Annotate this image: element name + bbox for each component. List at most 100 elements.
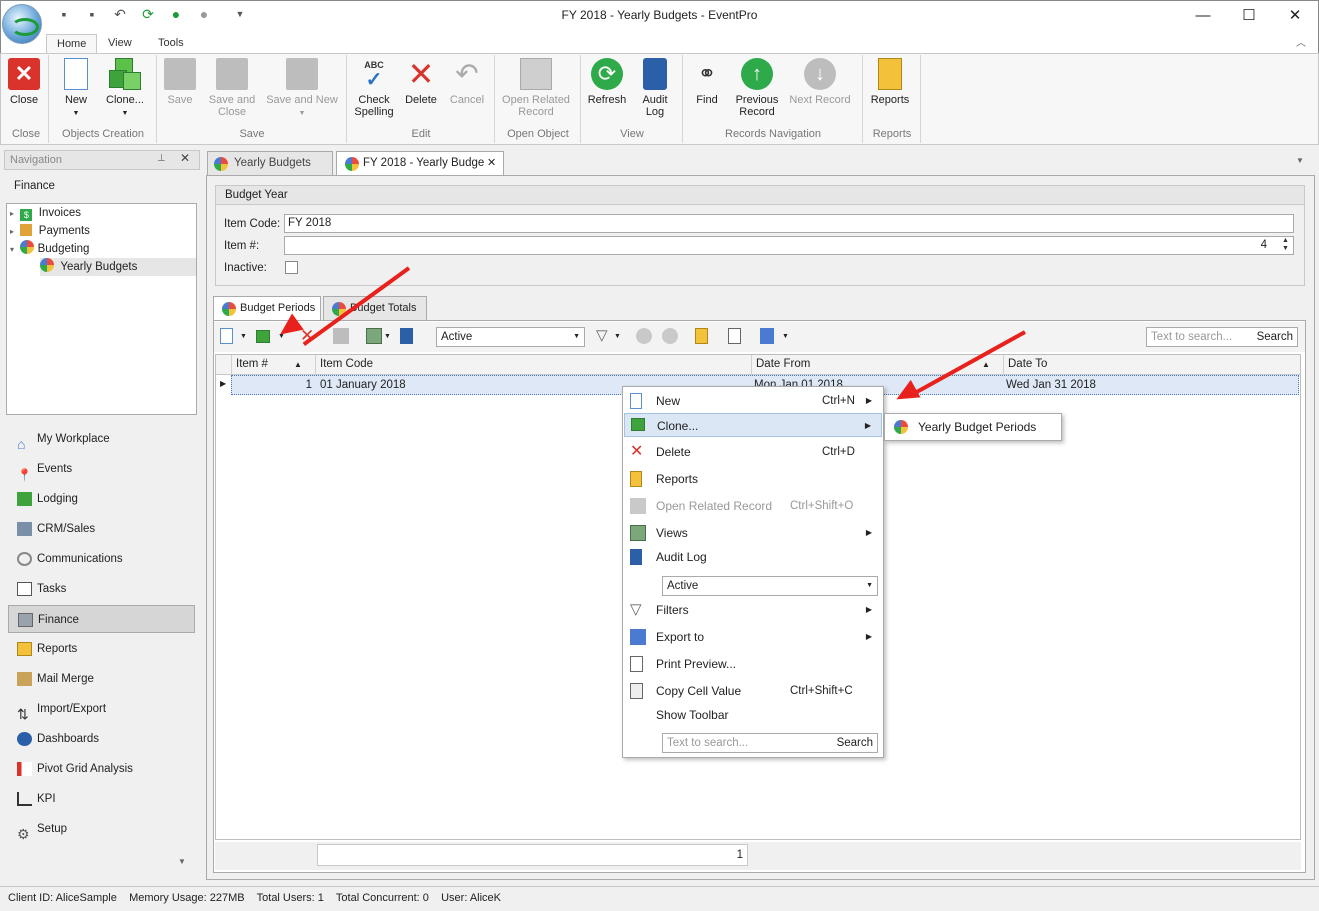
refresh-button[interactable]: ⟳ Refresh: [584, 58, 630, 124]
refresh-icon[interactable]: ⟳: [140, 6, 156, 22]
nav-my-workplace[interactable]: ⌂ My Workplace: [8, 425, 195, 453]
pin-icon[interactable]: ⊥: [157, 153, 166, 164]
menu-export-to[interactable]: Export to ▶: [624, 625, 882, 649]
collapse-ribbon-icon[interactable]: ︿: [1296, 34, 1306, 49]
tree-item-payments[interactable]: ▸ Payments: [10, 222, 90, 240]
nav-communications[interactable]: Communications: [8, 545, 195, 573]
nav-overflow-icon[interactable]: ▼: [178, 857, 186, 866]
save-and-new-button[interactable]: Save and New ▼: [264, 58, 340, 124]
save-close-icon[interactable]: ▪: [84, 6, 100, 22]
menu-delete[interactable]: ✕ Delete Ctrl+D: [624, 440, 882, 464]
tab-tools[interactable]: Tools: [148, 34, 194, 54]
nav-finance[interactable]: Finance: [8, 605, 195, 633]
check-spelling-button[interactable]: ABC ✓ Check Spelling: [352, 58, 396, 124]
audit-log-icon[interactable]: [400, 328, 413, 344]
filter-select[interactable]: Active ▼: [436, 327, 585, 347]
reports-button[interactable]: Reports: [866, 58, 914, 124]
tab-home[interactable]: Home: [46, 34, 98, 54]
menu-filter-select[interactable]: Active ▼: [662, 576, 878, 596]
new-button[interactable]: New ▼: [56, 58, 96, 124]
qat-dropdown-icon[interactable]: ▼: [232, 6, 248, 22]
nav-setup[interactable]: ⚙ Setup: [8, 815, 195, 843]
down-icon[interactable]: ●: [196, 6, 212, 22]
nav-events[interactable]: 📍 Events: [8, 455, 195, 483]
doc-tab-fy2018[interactable]: FY 2018 - Yearly Budge ✕: [336, 151, 504, 175]
menu-search-input[interactable]: Text to search... Search: [662, 733, 878, 753]
tab-overflow-icon[interactable]: ▼: [1296, 156, 1304, 165]
item-number-field[interactable]: 4: [284, 236, 1294, 255]
menu-show-toolbar[interactable]: Show Toolbar: [624, 703, 882, 727]
grid-search-input[interactable]: Text to search... Search: [1146, 327, 1298, 347]
menu-views[interactable]: Views ▶: [624, 521, 882, 545]
menu-clone[interactable]: Clone... ▶: [624, 413, 882, 437]
chevron-down-icon[interactable]: ▼: [384, 333, 391, 340]
expand-icon[interactable]: ▸: [10, 227, 14, 236]
close-button[interactable]: ✕ Close: [4, 58, 44, 124]
minimize-button[interactable]: —: [1180, 4, 1226, 28]
funnel-icon[interactable]: ▽: [596, 328, 612, 344]
close-window-button[interactable]: ✕: [1272, 4, 1318, 28]
reports-icon[interactable]: [695, 328, 708, 344]
save-and-close-button[interactable]: Save and Close: [206, 58, 258, 124]
item-code-field[interactable]: FY 2018: [284, 214, 1294, 233]
tab-view[interactable]: View: [98, 34, 142, 54]
chevron-down-icon[interactable]: ▼: [782, 333, 789, 340]
nav-dashboards[interactable]: Dashboards: [8, 725, 195, 753]
submenu-yearly-budget-periods[interactable]: Yearly Budget Periods: [886, 415, 1060, 439]
close-nav-icon[interactable]: ✕: [180, 151, 190, 165]
menu-print-preview[interactable]: Print Preview...: [624, 652, 882, 676]
close-tab-icon[interactable]: ✕: [487, 152, 496, 174]
inactive-checkbox[interactable]: [285, 261, 298, 274]
find-button[interactable]: ⚭ Find: [686, 58, 728, 124]
nav-kpi[interactable]: KPI: [8, 785, 195, 813]
tree-item-yearly-budgets[interactable]: Yearly Budgets: [40, 258, 196, 276]
menu-open-related-record[interactable]: Open Related Record Ctrl+Shift+O: [624, 494, 882, 518]
tree-item-budgeting[interactable]: ▾ Budgeting: [10, 240, 89, 258]
print-preview-icon[interactable]: [728, 328, 741, 344]
new-icon[interactable]: [220, 328, 233, 344]
nav-crm-sales[interactable]: CRM/Sales: [8, 515, 195, 543]
menu-copy-cell-value[interactable]: Copy Cell Value Ctrl+Shift+C: [624, 679, 882, 703]
spinner-icon[interactable]: ▲ ▼: [1282, 237, 1289, 253]
views-icon[interactable]: [366, 328, 382, 344]
next-record-button[interactable]: ↓ Next Record: [786, 58, 854, 124]
delete-button[interactable]: ✕ Delete: [400, 58, 442, 124]
col-item-code[interactable]: Item Code: [315, 355, 751, 374]
menu-search-button[interactable]: Search: [837, 734, 873, 752]
doc-tab-yearly-budgets[interactable]: Yearly Budgets: [207, 151, 333, 175]
nav-reports[interactable]: Reports: [8, 635, 195, 663]
tab-budget-periods[interactable]: Budget Periods: [213, 296, 321, 320]
open-record-icon[interactable]: [333, 328, 349, 344]
menu-new[interactable]: New Ctrl+N ▶: [624, 389, 882, 413]
audit-log-button[interactable]: Audit Log: [634, 58, 676, 124]
clone-icon[interactable]: [256, 330, 270, 343]
menu-audit-log[interactable]: Audit Log: [624, 545, 882, 569]
chevron-down-icon[interactable]: ▼: [614, 333, 621, 340]
down-icon[interactable]: [662, 328, 678, 344]
undo-icon[interactable]: ↶: [112, 6, 128, 22]
col-date-to[interactable]: Date To: [1003, 355, 1302, 374]
nav-mail-merge[interactable]: Mail Merge: [8, 665, 195, 693]
menu-reports[interactable]: Reports: [624, 467, 882, 491]
cancel-button[interactable]: ↶ Cancel: [446, 58, 488, 124]
nav-pivot-grid[interactable]: Pivot Grid Analysis: [8, 755, 195, 783]
collapse-icon[interactable]: ▾: [10, 245, 14, 254]
nav-lodging[interactable]: Lodging: [8, 485, 195, 513]
nav-import-export[interactable]: ⇅ Import/Export: [8, 695, 195, 723]
tree-item-invoices[interactable]: ▸ $ Invoices: [10, 204, 81, 222]
grid-search-button[interactable]: Search: [1257, 328, 1293, 346]
expand-icon[interactable]: ▸: [10, 209, 14, 218]
previous-record-button[interactable]: ↑ Previous Record: [732, 58, 782, 124]
save-icon[interactable]: ▪: [56, 6, 72, 22]
save-button[interactable]: Save: [160, 58, 200, 124]
clone-button[interactable]: Clone... ▼: [100, 58, 150, 124]
col-item-number[interactable]: Item # ▲: [231, 355, 315, 374]
open-related-record-button[interactable]: Open Related Record: [498, 58, 574, 124]
chevron-down-icon[interactable]: ▼: [240, 333, 247, 340]
menu-filters[interactable]: ▽ Filters ▶: [624, 598, 882, 622]
maximize-button[interactable]: ☐: [1226, 4, 1272, 28]
up-icon[interactable]: [636, 328, 652, 344]
up-icon[interactable]: ●: [168, 6, 184, 22]
nav-tasks[interactable]: Tasks: [8, 575, 195, 603]
export-icon[interactable]: [760, 328, 774, 344]
